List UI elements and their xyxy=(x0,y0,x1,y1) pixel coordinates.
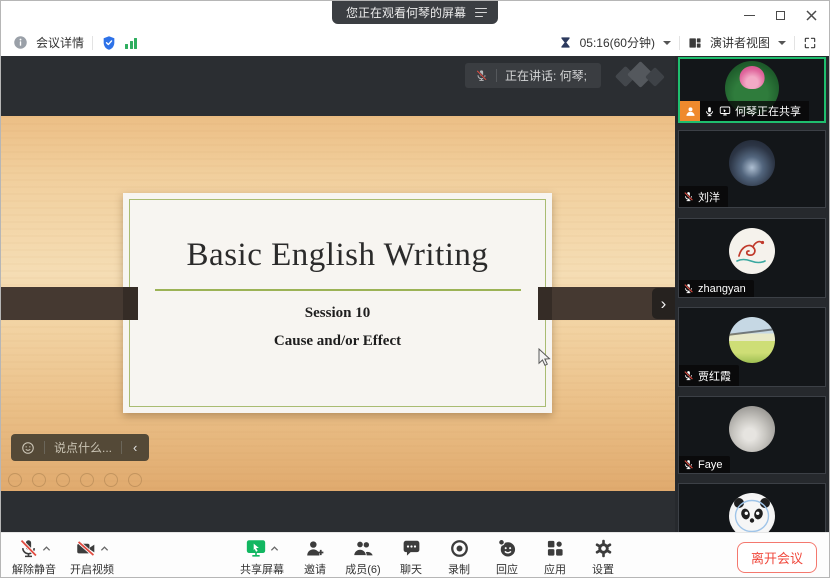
mic-muted-icon xyxy=(475,69,488,82)
participant-tile-zhangyan[interactable]: zhangyan xyxy=(678,218,826,298)
speaking-label: 正在讲话: 何琴; xyxy=(505,67,587,84)
apps-button[interactable]: 应用 xyxy=(531,537,579,577)
now-speaking-pill: 正在讲话: 何琴; xyxy=(465,63,601,88)
close-button[interactable] xyxy=(805,9,817,21)
slide-ribbon-left xyxy=(1,287,138,320)
mic-muted-icon xyxy=(18,538,39,559)
avatar xyxy=(729,228,775,274)
participant-tile-liuyang[interactable]: 刘洋 xyxy=(678,130,826,208)
mic-muted-icon xyxy=(683,370,694,381)
slideshow-ghost-controls xyxy=(8,473,142,487)
record-button[interactable]: 录制 xyxy=(435,537,483,577)
shield-check-icon[interactable] xyxy=(101,35,117,51)
participant-label: zhangyan xyxy=(679,280,754,297)
mic-muted-icon xyxy=(683,283,694,294)
participant-label: 刘洋 xyxy=(679,186,728,207)
participant-name: 刘洋 xyxy=(698,189,720,205)
share-screen-button[interactable]: 共享屏幕 xyxy=(233,537,291,577)
chat-button[interactable]: 聊天 xyxy=(387,537,435,577)
invite-person-icon xyxy=(305,538,326,559)
slide-subtitle-session: Session 10 xyxy=(123,305,552,322)
info-icon[interactable] xyxy=(13,35,28,50)
participant-label: 何琴正在共享 xyxy=(680,101,809,121)
fullscreen-icon[interactable] xyxy=(803,36,817,50)
maximize-button[interactable] xyxy=(774,9,786,21)
reactions-button[interactable]: 回应 xyxy=(483,537,531,577)
chat-bubble-icon xyxy=(401,538,422,559)
gear-icon xyxy=(593,538,614,559)
quick-chat-bar[interactable]: 说点什么... ‹ xyxy=(11,434,149,461)
participant-name: zhangyan xyxy=(698,283,746,295)
chevron-up-icon[interactable] xyxy=(270,545,279,552)
meeting-info-bar: 会议详情 05:16(60分钟) 演讲者视图 xyxy=(1,29,829,56)
participant-name: 贾红霞 xyxy=(698,368,731,384)
camera-muted-icon xyxy=(75,538,97,559)
banner-text: 您正在观看何琴的屏幕 xyxy=(346,4,466,21)
participant-tile-heqin[interactable]: 何琴正在共享 xyxy=(678,57,826,123)
avatar xyxy=(729,317,775,363)
window-controls xyxy=(743,8,817,22)
participant-name: 何琴正在共享 xyxy=(735,103,801,119)
chevron-up-icon[interactable] xyxy=(42,545,51,552)
view-mode-selector[interactable]: 演讲者视图 xyxy=(710,34,770,51)
network-signal-icon[interactable] xyxy=(125,37,137,49)
presentation-slide: Basic English Writing Session 10 Cause a… xyxy=(123,193,552,413)
mouse-cursor xyxy=(538,348,551,367)
minimize-button[interactable] xyxy=(743,9,755,21)
avatar xyxy=(729,406,775,452)
meeting-duration: 05:16(60分钟) xyxy=(580,34,655,51)
participant-tile-jiahongxia[interactable]: 贾红霞 xyxy=(678,307,826,387)
avatar xyxy=(729,140,775,186)
mic-on-icon xyxy=(704,106,715,117)
duration-dropdown-caret[interactable] xyxy=(663,41,671,45)
hourglass-icon xyxy=(559,36,572,49)
mic-muted-icon xyxy=(683,459,694,470)
emoji-smiley-icon[interactable] xyxy=(21,441,35,455)
participant-tile-panda[interactable] xyxy=(678,483,826,532)
participant-label: Faye xyxy=(679,456,730,473)
members-icon xyxy=(352,538,374,559)
record-icon xyxy=(449,538,470,559)
participants-sidebar: 何琴正在共享 刘洋 zhangyan 贾红霞 xyxy=(675,56,830,532)
bottom-toolbar: 解除静音 开启视频 共享屏幕 xyxy=(1,532,829,578)
banner-menu-icon[interactable] xyxy=(475,8,487,18)
window-titlebar: 您正在观看何琴的屏幕 xyxy=(1,1,829,29)
slide-title: Basic English Writing xyxy=(123,237,552,274)
shared-screen-stage: 正在讲话: 何琴; Basic English Writing Session … xyxy=(1,56,675,532)
avatar xyxy=(729,493,775,532)
watching-banner: 您正在观看何琴的屏幕 xyxy=(332,1,498,24)
reaction-smiley-icon xyxy=(496,537,518,559)
start-video-button[interactable]: 开启视频 xyxy=(63,537,121,577)
mic-muted-icon xyxy=(683,191,694,202)
view-dropdown-caret[interactable] xyxy=(778,41,786,45)
meeting-details-link[interactable]: 会议详情 xyxy=(36,34,84,51)
slide-divider-line xyxy=(155,289,521,291)
chevron-up-icon[interactable] xyxy=(100,545,109,552)
watermark-diamonds-icon xyxy=(616,63,668,89)
participant-name: Faye xyxy=(698,459,722,471)
settings-button[interactable]: 设置 xyxy=(579,537,627,577)
participant-tile-faye[interactable]: Faye xyxy=(678,396,826,474)
slide-subtitle-topic: Cause and/or Effect xyxy=(123,333,552,350)
invite-button[interactable]: 邀请 xyxy=(291,537,339,577)
leave-meeting-button[interactable]: 离开会议 xyxy=(737,542,817,573)
view-layout-icon xyxy=(688,36,702,50)
unmute-button[interactable]: 解除静音 xyxy=(5,537,63,577)
members-button[interactable]: 成员(6) xyxy=(339,537,387,577)
chat-collapse-arrow[interactable]: ‹ xyxy=(131,441,139,454)
host-badge-icon xyxy=(680,101,700,121)
share-screen-icon xyxy=(245,537,267,559)
chat-input-placeholder[interactable]: 说点什么... xyxy=(54,439,112,456)
sidebar-expand-button[interactable]: › xyxy=(652,288,675,319)
screen-share-small-icon xyxy=(719,105,731,117)
participant-label: 贾红霞 xyxy=(679,365,739,386)
meeting-window: 您正在观看何琴的屏幕 会议详情 05:16 xyxy=(0,0,830,578)
apps-grid-icon xyxy=(545,538,565,558)
